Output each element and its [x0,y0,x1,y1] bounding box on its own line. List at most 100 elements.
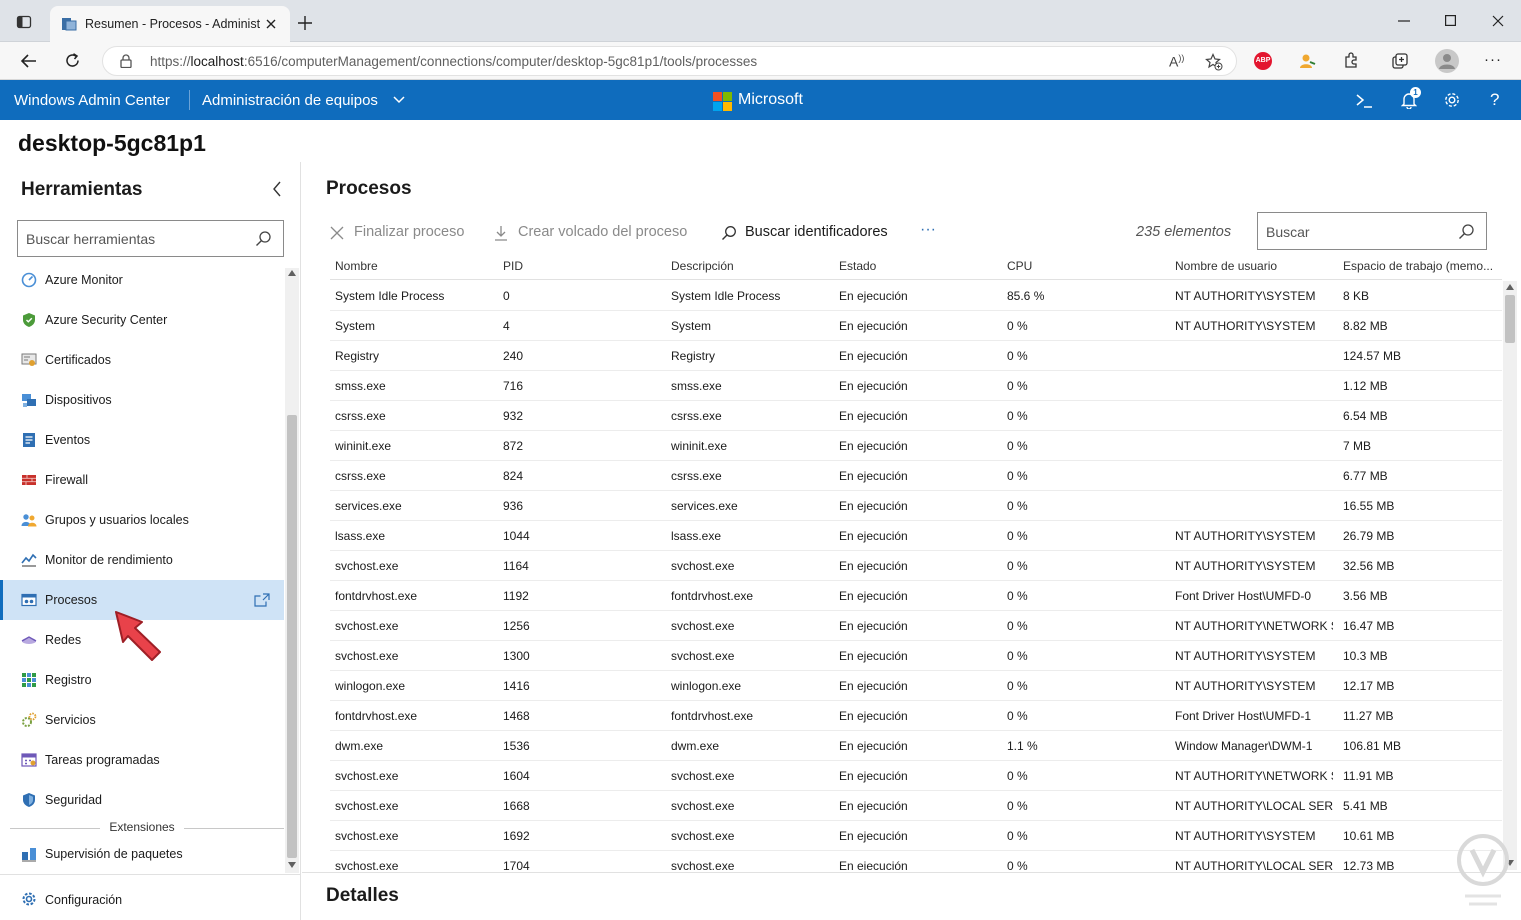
table-scrollbar-thumb[interactable] [1505,295,1515,343]
table-row[interactable]: svchost.exe 1668 svchost.exe En ejecución 0 … [330,791,1502,821]
table-row[interactable]: System 4 System En ejecución 0 % NT AUTHORITY… [330,311,1502,341]
tool-item-grupos-y-usuarios-locales[interactable]: Grupos y usuarios locales [0,500,284,540]
extensions-icon[interactable] [1342,52,1360,70]
table-row[interactable]: csrss.exe 824 csrss.exe En ejecución 0 % 6.77… [330,461,1502,491]
browser-tab[interactable]: Resumen - Procesos - Administrad [50,6,290,42]
end-process-button[interactable]: Finalizar proceso [330,224,464,240]
powershell-icon[interactable] [1355,93,1373,109]
back-icon[interactable] [20,53,37,69]
cell-working-set: 10.3 MB [1343,649,1388,663]
table-row[interactable]: wininit.exe 872 wininit.exe En ejecución 0 %… [330,431,1502,461]
scroll-up-icon[interactable] [288,270,296,276]
collections-icon[interactable] [1391,52,1409,70]
cell-status: En ejecución [839,409,908,423]
tool-item-azure-security-center[interactable]: Azure Security Center [0,300,284,340]
cell-username: NT AUTHORITY\SYSTEM [1175,559,1316,573]
table-row[interactable]: fontdrvhost.exe 1468 fontdrvhost.exe En eje… [330,701,1502,731]
table-scroll-up-icon[interactable] [1506,284,1514,290]
table-row[interactable]: fontdrvhost.exe 1192 fontdrvhost.exe En eje… [330,581,1502,611]
tab-close-icon[interactable] [265,18,277,30]
table-row[interactable]: svchost.exe 1692 svchost.exe En ejecución 0 … [330,821,1502,851]
cell-cpu: 0 % [1007,559,1028,573]
tool-item-azure-monitor[interactable]: Azure Monitor [0,264,284,300]
adblock-icon[interactable]: ABP [1254,52,1272,70]
profile-avatar[interactable] [1435,49,1459,73]
tool-item-monitor-de-rendimiento[interactable]: Monitor de rendimiento [0,540,284,580]
process-search-input[interactable]: Buscar [1257,212,1487,250]
read-aloud-icon[interactable]: A)) [1169,53,1184,70]
help-icon[interactable]: ? [1490,90,1499,110]
table-row[interactable]: winlogon.exe 1416 winlogon.exe En ejecución… [330,671,1502,701]
table-row[interactable]: smss.exe 716 smss.exe En ejecución 0 % 1.12 M… [330,371,1502,401]
tool-item-firewall[interactable]: Firewall [0,460,284,500]
column-header-status[interactable]: Estado [839,259,999,273]
tool-item-tareas-programadas[interactable]: Tareas programadas [0,740,284,780]
find-handles-button[interactable]: Buscar identificadores [721,224,888,240]
extension-user-icon[interactable] [1298,52,1316,70]
tools-scrollbar-thumb[interactable] [287,415,297,858]
cell-description: Registry [671,349,716,363]
column-header-name[interactable]: Nombre [335,259,495,273]
table-row[interactable]: csrss.exe 932 csrss.exe En ejecución 0 % 6.54… [330,401,1502,431]
favorites-add-icon[interactable] [1205,53,1223,71]
table-row[interactable]: svchost.exe 1704 svchost.exe En ejecución 0 … [330,851,1502,870]
refresh-icon[interactable] [64,52,81,69]
cell-username: NT AUTHORITY\SYSTEM [1175,649,1316,663]
column-header-username[interactable]: Nombre de usuario [1175,259,1335,273]
table-row[interactable]: svchost.exe 1300 svchost.exe En ejecución 0 … [330,641,1502,671]
browser-menu-icon[interactable]: ··· [1484,51,1502,68]
context-selector[interactable]: Administración de equipos [202,92,378,109]
table-row[interactable]: svchost.exe 1256 svchost.exe En ejecución 0 … [330,611,1502,641]
search-icon[interactable] [1458,223,1475,240]
table-row[interactable]: svchost.exe 1164 svchost.exe En ejecución 0 … [330,551,1502,581]
tool-item-eventos[interactable]: Eventos [0,420,284,460]
settings-row[interactable]: Configuración [0,874,301,920]
cell-description: smss.exe [671,379,722,393]
chevron-down-icon[interactable] [393,96,405,104]
tool-item-dispositivos[interactable]: Dispositivos [0,380,284,420]
tool-item-registro[interactable]: Registro [0,660,284,700]
cell-description: csrss.exe [671,409,722,423]
cell-working-set: 11.27 MB [1343,709,1394,723]
app-name[interactable]: Windows Admin Center [14,92,170,109]
collapse-panel-icon[interactable] [272,181,282,197]
table-row[interactable]: Registry 240 Registry En ejecución 0 % 124.57… [330,341,1502,371]
table-row[interactable]: lsass.exe 1044 lsass.exe En ejecución 0 % NT … [330,521,1502,551]
cell-status: En ejecución [839,799,908,813]
url-field[interactable]: https://localhost:6516/computerManagemen… [102,46,1237,76]
maximize-icon[interactable] [1445,15,1456,26]
table-scrollbar-track[interactable] [1503,281,1517,870]
table-row[interactable]: System Idle Process 0 System Idle Process E… [330,281,1502,311]
table-row[interactable]: services.exe 936 services.exe En ejecución 0… [330,491,1502,521]
column-header-description[interactable]: Descripción [671,259,831,273]
column-header-pid[interactable]: PID [503,259,663,273]
cell-working-set: 1.12 MB [1343,379,1388,393]
tab-actions-icon[interactable] [16,14,32,30]
more-actions-button[interactable]: ··· [920,221,936,239]
tool-item-servicios[interactable]: Servicios [0,700,284,740]
cell-name: wininit.exe [335,439,392,453]
tools-search-input[interactable]: Buscar herramientas [17,220,284,257]
tool-item-supervision-de-paquetes[interactable]: Supervisión de paquetes [0,834,284,874]
tool-item-label: Servicios [45,713,96,727]
minimize-icon[interactable] [1398,20,1410,22]
table-row[interactable]: svchost.exe 1604 svchost.exe En ejecución 0 … [330,761,1502,791]
settings-gear-icon[interactable] [1443,91,1461,109]
scroll-down-icon[interactable] [288,862,296,868]
configuration-gear-icon [22,892,36,906]
column-header-working-set[interactable]: Espacio de trabajo (memo... [1343,259,1503,273]
tab-favicon-icon [61,16,77,32]
lock-icon[interactable] [120,54,132,68]
open-in-new-window-icon[interactable] [254,593,270,607]
new-tab-icon[interactable] [298,16,312,30]
tool-item-certificados[interactable]: Certificados [0,340,284,380]
column-header-cpu[interactable]: CPU [1007,259,1167,273]
tools-search-placeholder: Buscar herramientas [26,231,156,247]
search-icon[interactable] [255,230,272,247]
user-icon [1439,54,1455,69]
create-dump-button[interactable]: Crear volcado del proceso [494,224,687,241]
tool-item-seguridad[interactable]: Seguridad [0,780,284,820]
cell-status: En ejecución [839,649,908,663]
close-window-icon[interactable] [1492,15,1504,27]
table-row[interactable]: dwm.exe 1536 dwm.exe En ejecución 1.1 % Windo… [330,731,1502,761]
